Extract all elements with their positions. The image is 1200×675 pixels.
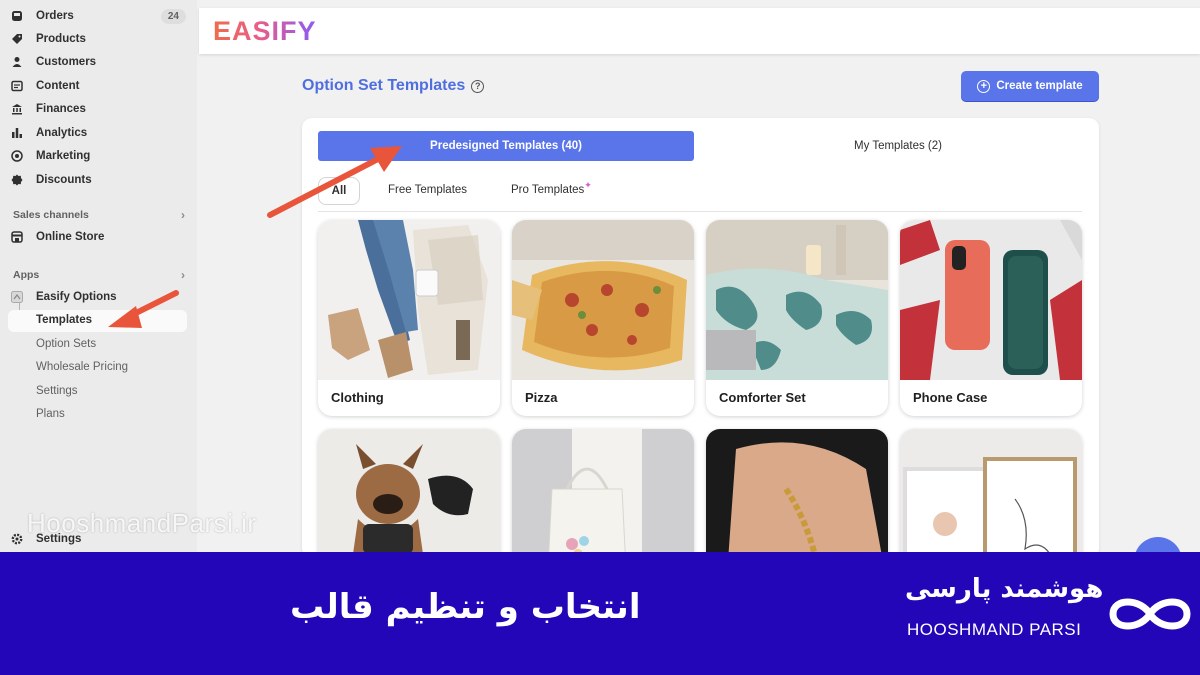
chevron-right-icon: › <box>181 268 185 282</box>
brand-name-english: HOOSHMAND PARSI <box>907 620 1082 639</box>
sidebar-item-customers[interactable]: Customers <box>10 51 186 73</box>
template-card-pizza[interactable]: Pizza <box>512 220 694 416</box>
section-label: Sales channels <box>13 209 89 221</box>
watermark-text: HooshmandParsi.ir <box>27 508 257 538</box>
sidebar-item-label: Finances <box>36 103 86 115</box>
button-label: Create template <box>996 80 1083 92</box>
bracelet-image <box>706 429 888 558</box>
template-label: Clothing <box>331 390 384 405</box>
sales-channels-heading[interactable]: Sales channels › <box>13 208 185 222</box>
sidebar: Orders 24 Products Customers Content Fin… <box>0 0 197 552</box>
sidebar-item-products[interactable]: Products <box>10 28 186 50</box>
phone-case-image <box>900 220 1082 380</box>
sidebar-subitem-settings[interactable]: Settings <box>36 385 78 397</box>
template-card-bracelet[interactable] <box>706 429 888 558</box>
app-icon <box>10 290 24 304</box>
sidebar-item-label: Orders <box>36 10 74 22</box>
wall-art-image <box>900 429 1082 558</box>
banner-title: انتخاب و تنظیم قالب <box>290 587 641 627</box>
template-label: Comforter Set <box>719 390 806 405</box>
main-content: EASIFY Option Set Templates ? + Create t… <box>197 0 1200 585</box>
sidebar-item-orders[interactable]: Orders 24 <box>10 5 186 27</box>
filter-all[interactable]: All <box>318 177 360 205</box>
sparkle-icon: ✦ <box>584 180 592 190</box>
template-label: Phone Case <box>913 390 988 405</box>
bar-chart-icon <box>10 126 24 140</box>
create-template-button[interactable]: + Create template <box>961 71 1099 101</box>
clothing-image <box>318 220 500 380</box>
dog-harness-image <box>318 429 500 558</box>
template-card-wall-art[interactable] <box>900 429 1082 558</box>
template-card-comforter-set[interactable]: Comforter Set <box>706 220 888 416</box>
sidebar-item-label: Discounts <box>36 174 92 186</box>
template-card-clothing[interactable]: Clothing <box>318 220 500 416</box>
sidebar-item-analytics[interactable]: Analytics <box>10 122 186 144</box>
sidebar-item-label: Products <box>36 33 86 45</box>
filter-label: Pro Templates <box>511 184 585 196</box>
app-header: EASIFY <box>199 8 1200 54</box>
easify-logo: EASIFY <box>213 16 317 46</box>
sidebar-item-label: Marketing <box>36 150 91 162</box>
filter-free-templates[interactable]: Free Templates <box>388 184 467 196</box>
sidebar-subitem-label: Templates <box>36 314 93 326</box>
template-card-phone-case[interactable]: Phone Case <box>900 220 1082 416</box>
person-icon <box>10 55 24 69</box>
content-icon <box>10 79 24 93</box>
bottom-banner: انتخاب و تنظیم قالب هوشمند پارسی HOOSHMA… <box>0 552 1200 675</box>
infinity-logo-icon <box>1109 598 1191 630</box>
template-label: Pizza <box>525 390 558 405</box>
sidebar-item-label: Online Store <box>36 231 105 243</box>
apps-heading[interactable]: Apps › <box>13 268 185 282</box>
sidebar-item-easify-options[interactable]: Easify Options <box>10 286 186 308</box>
brand-name-persian: هوشمند پارسی <box>905 574 1104 604</box>
help-icon[interactable]: ? <box>471 79 485 93</box>
bank-icon <box>10 102 24 116</box>
sidebar-subitem-templates[interactable]: Templates <box>8 310 187 332</box>
comforter-set-image <box>706 220 888 380</box>
sidebar-item-label: Content <box>36 80 80 92</box>
sidebar-item-marketing[interactable]: Marketing <box>10 145 186 167</box>
filter-bar: All Free Templates Pro Templates✦ <box>318 175 1082 212</box>
sidebar-item-discounts[interactable]: Discounts <box>10 169 186 191</box>
tab-predesigned-templates[interactable]: Predesigned Templates (40) <box>318 131 694 161</box>
tab-my-templates[interactable]: My Templates (2) <box>710 131 1086 161</box>
sidebar-item-label: Customers <box>36 56 97 68</box>
templates-card: Predesigned Templates (40) My Templates … <box>302 118 1099 558</box>
sidebar-subitem-option-sets[interactable]: Option Sets <box>36 338 96 350</box>
sidebar-item-finances[interactable]: Finances <box>10 98 186 120</box>
pizza-image <box>512 220 694 380</box>
sidebar-item-label: Easify Options <box>36 291 117 303</box>
discount-icon <box>10 173 24 187</box>
template-card-tote-bag[interactable] <box>512 429 694 558</box>
sidebar-item-online-store[interactable]: Online Store <box>10 226 186 248</box>
sidebar-item-content[interactable]: Content <box>10 75 186 97</box>
store-icon <box>10 230 24 244</box>
page-title: Option Set Templates ? <box>302 77 485 95</box>
orders-count-badge: 24 <box>160 8 186 24</box>
tag-icon <box>10 32 24 46</box>
gear-icon <box>10 532 24 546</box>
inbox-icon <box>10 9 24 23</box>
section-label: Apps <box>13 269 40 281</box>
chevron-right-icon: › <box>181 208 185 222</box>
filter-pro-templates[interactable]: Pro Templates✦ <box>511 180 592 196</box>
target-icon <box>10 149 24 163</box>
sidebar-subitem-wholesale-pricing[interactable]: Wholesale Pricing <box>36 361 128 373</box>
plus-circle-icon: + <box>977 79 991 93</box>
page-title-text: Option Set Templates <box>302 77 466 94</box>
tote-bag-image <box>512 429 694 558</box>
sidebar-subitem-plans[interactable]: Plans <box>36 408 65 420</box>
sidebar-item-label: Analytics <box>36 127 88 139</box>
template-card-dog-harness[interactable] <box>318 429 500 558</box>
